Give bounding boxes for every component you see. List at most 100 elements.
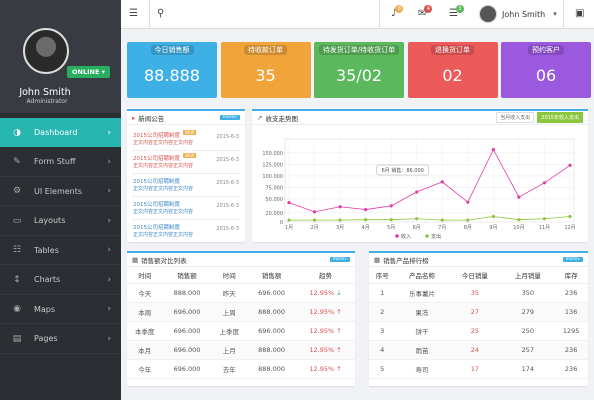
- chat-icon[interactable]: ▣: [575, 8, 584, 19]
- stat-card[interactable]: 预约客户 06: [501, 42, 591, 98]
- more-button[interactable]: more»: [329, 257, 350, 262]
- maps-icon: ◉: [13, 304, 21, 314]
- sales-compare-table: 时间 销售额 时间 销售额 趋势 今天 888.000 昨天 696.000 12.95% ↓ 本…: [127, 267, 355, 379]
- sidebar-item-form-stuff[interactable]: ✎ Form Stuff ›: [0, 148, 121, 177]
- table-cell: 上周: [211, 302, 248, 322]
- profile-role: Administrator: [26, 98, 68, 105]
- news-item[interactable]: 2015公司招聘制度 NEW 正文内容正文内容正文内容 2015-6-3: [133, 129, 239, 151]
- stat-card[interactable]: 退换货订单 02: [407, 42, 498, 98]
- news-title[interactable]: 2015公司招聘制度: [133, 200, 180, 208]
- tasks-badge: 3: [455, 5, 464, 13]
- data-point: [542, 217, 547, 221]
- menu-icon[interactable]: ☰: [129, 8, 138, 19]
- sidebar-item-tables[interactable]: ☷ Tables ›: [0, 236, 121, 265]
- sidebar-item-maps[interactable]: ◉ Maps ›: [0, 295, 121, 324]
- table-cell: 174: [501, 359, 555, 379]
- column-header: 销售额: [162, 267, 212, 284]
- user-menu[interactable]: John Smith ▾: [479, 5, 557, 23]
- data-point: [415, 217, 419, 221]
- news-title[interactable]: 2015公司招聘制度: [133, 223, 180, 231]
- pages-icon: ▤: [12, 333, 22, 344]
- caret-down-icon: ▾: [553, 10, 557, 18]
- y-tick-label: 125.000: [262, 162, 283, 168]
- table-cell: 888.000: [247, 359, 297, 379]
- sidebar-item-charts[interactable]: ↕ Charts ›: [0, 266, 121, 295]
- stat-card[interactable]: 待发货订单/待收货订单 35/02: [314, 42, 404, 98]
- table-row: 本周 696.000 上周 888.000 12.95% ↑: [127, 302, 355, 322]
- table-cell: 27: [448, 302, 502, 322]
- sidebar-item-label: Layouts: [34, 216, 66, 225]
- search-icon[interactable]: ⚲: [157, 8, 164, 19]
- news-date: 2015-6-3: [216, 203, 239, 209]
- data-point: [491, 214, 495, 219]
- x-tick-label: 11月: [539, 225, 550, 231]
- table-cell: 236: [554, 340, 588, 360]
- tab-year[interactable]: 2015年收入支出: [537, 112, 583, 123]
- table-cell: 696.000: [162, 359, 212, 379]
- table-cell: 4: [369, 340, 396, 360]
- table-cell: 350: [501, 283, 555, 303]
- table-cell: 257: [501, 340, 555, 360]
- legend-marker: [425, 234, 429, 238]
- table-cell: 35: [448, 283, 502, 303]
- news-summary: 正文内容正文内容正文内容: [133, 232, 194, 238]
- data-point: [440, 180, 444, 184]
- status-badge[interactable]: ONLINE ▾: [67, 66, 110, 78]
- news-title[interactable]: 2015公司招聘制度: [133, 131, 180, 139]
- news-summary: 正文内容正文内容正文内容: [133, 209, 194, 215]
- sidebar-item-label: Form Stuff: [34, 157, 76, 166]
- dashboard-icon: ◑: [13, 127, 21, 138]
- sidebar-item-label: Tables: [34, 245, 59, 255]
- data-point: [287, 201, 291, 205]
- mail-icon[interactable]: ✉ 4: [418, 5, 433, 19]
- table-cell: 今年: [127, 359, 163, 379]
- divider: [379, 0, 380, 29]
- panel-header: ↗ 收支走势图 当月收入支出 2015年收入支出: [252, 111, 588, 125]
- news-item[interactable]: 2015公司招聘制度 正文内容正文内容正文内容 2015-6-3: [133, 175, 239, 197]
- y-tick-label: 75.000: [266, 185, 284, 191]
- column-header: 趋势: [296, 267, 355, 284]
- stat-card-value: 35/02: [335, 66, 383, 85]
- news-title[interactable]: 2015公司招聘制度: [133, 177, 180, 185]
- more-button[interactable]: more»: [219, 115, 240, 120]
- trend-cell: 12.95% ↑: [296, 321, 355, 341]
- stat-card[interactable]: 今日销售额 88.888: [127, 42, 217, 98]
- topbar: ☰ ⚲ ♪ 8 ✉ 4 ☰ 3 John Smith ▾ ▣: [121, 0, 594, 29]
- avatar[interactable]: [23, 28, 69, 74]
- trend-value: 12.95%: [309, 288, 335, 297]
- bell-icon[interactable]: ♪ 8: [391, 5, 404, 19]
- plot-frame: [284, 138, 575, 223]
- tab-month[interactable]: 当月收入支出: [496, 112, 535, 123]
- stat-card-title-text: 预约客户: [528, 45, 564, 55]
- table-cell: 3: [369, 321, 396, 341]
- tasks-icon[interactable]: ☰ 3: [449, 5, 464, 19]
- table-cell: 696.000: [162, 340, 212, 360]
- legend-marker: [395, 234, 399, 238]
- table-cell: 果冻: [395, 302, 449, 322]
- chevron-right-icon: ›: [107, 304, 111, 314]
- product-rank-panel: ▦ 销售产品排行榜 more» 序号 产品名称 今日销量 上月销量 库存 1 乐事薯片 35…: [369, 251, 588, 386]
- table-row: 本季度 696.000 上季度 696.000 12.95% ↑: [127, 321, 355, 341]
- sidebar-item-dashboard[interactable]: ◑ Dashboard ›: [0, 118, 121, 147]
- stat-card[interactable]: 待收款订单 35: [220, 42, 311, 98]
- table-cell: 136: [554, 302, 588, 322]
- x-tick-label: 12月: [564, 225, 575, 231]
- stat-card-title: 退换货订单: [408, 45, 498, 55]
- more-button[interactable]: more»: [562, 257, 583, 262]
- data-point: [491, 148, 495, 152]
- sidebar-item-ui-elements[interactable]: ⚙ UI Elements ›: [0, 177, 121, 206]
- news-item[interactable]: 2015公司招聘制度 NEW 正文内容正文内容正文内容 2015-6-3: [133, 152, 239, 174]
- trend-arrow-icon: ↑: [336, 345, 342, 354]
- news-title[interactable]: 2015公司招聘制度: [133, 154, 180, 162]
- news-item[interactable]: 2015公司招聘制度 正文内容正文内容正文内容 2015-6-3: [133, 198, 239, 220]
- column-header: 销售额: [247, 267, 297, 284]
- panel-header: ▦ 销售产品排行榜 more»: [369, 253, 588, 267]
- x-tick-label: 5月: [387, 225, 395, 231]
- news-item[interactable]: 2015公司招聘制度 正文内容正文内容正文内容 2015-6-3: [133, 221, 239, 243]
- table-cell: 本季度: [127, 321, 163, 341]
- legend-label: 收入: [401, 233, 411, 240]
- sidebar-item-pages[interactable]: ▤ Pages ›: [0, 325, 121, 354]
- panel-header: ▦ 销售额对比列表 more»: [127, 253, 355, 267]
- data-point: [287, 218, 291, 222]
- sidebar-item-layouts[interactable]: ▭ Layouts ›: [0, 207, 121, 236]
